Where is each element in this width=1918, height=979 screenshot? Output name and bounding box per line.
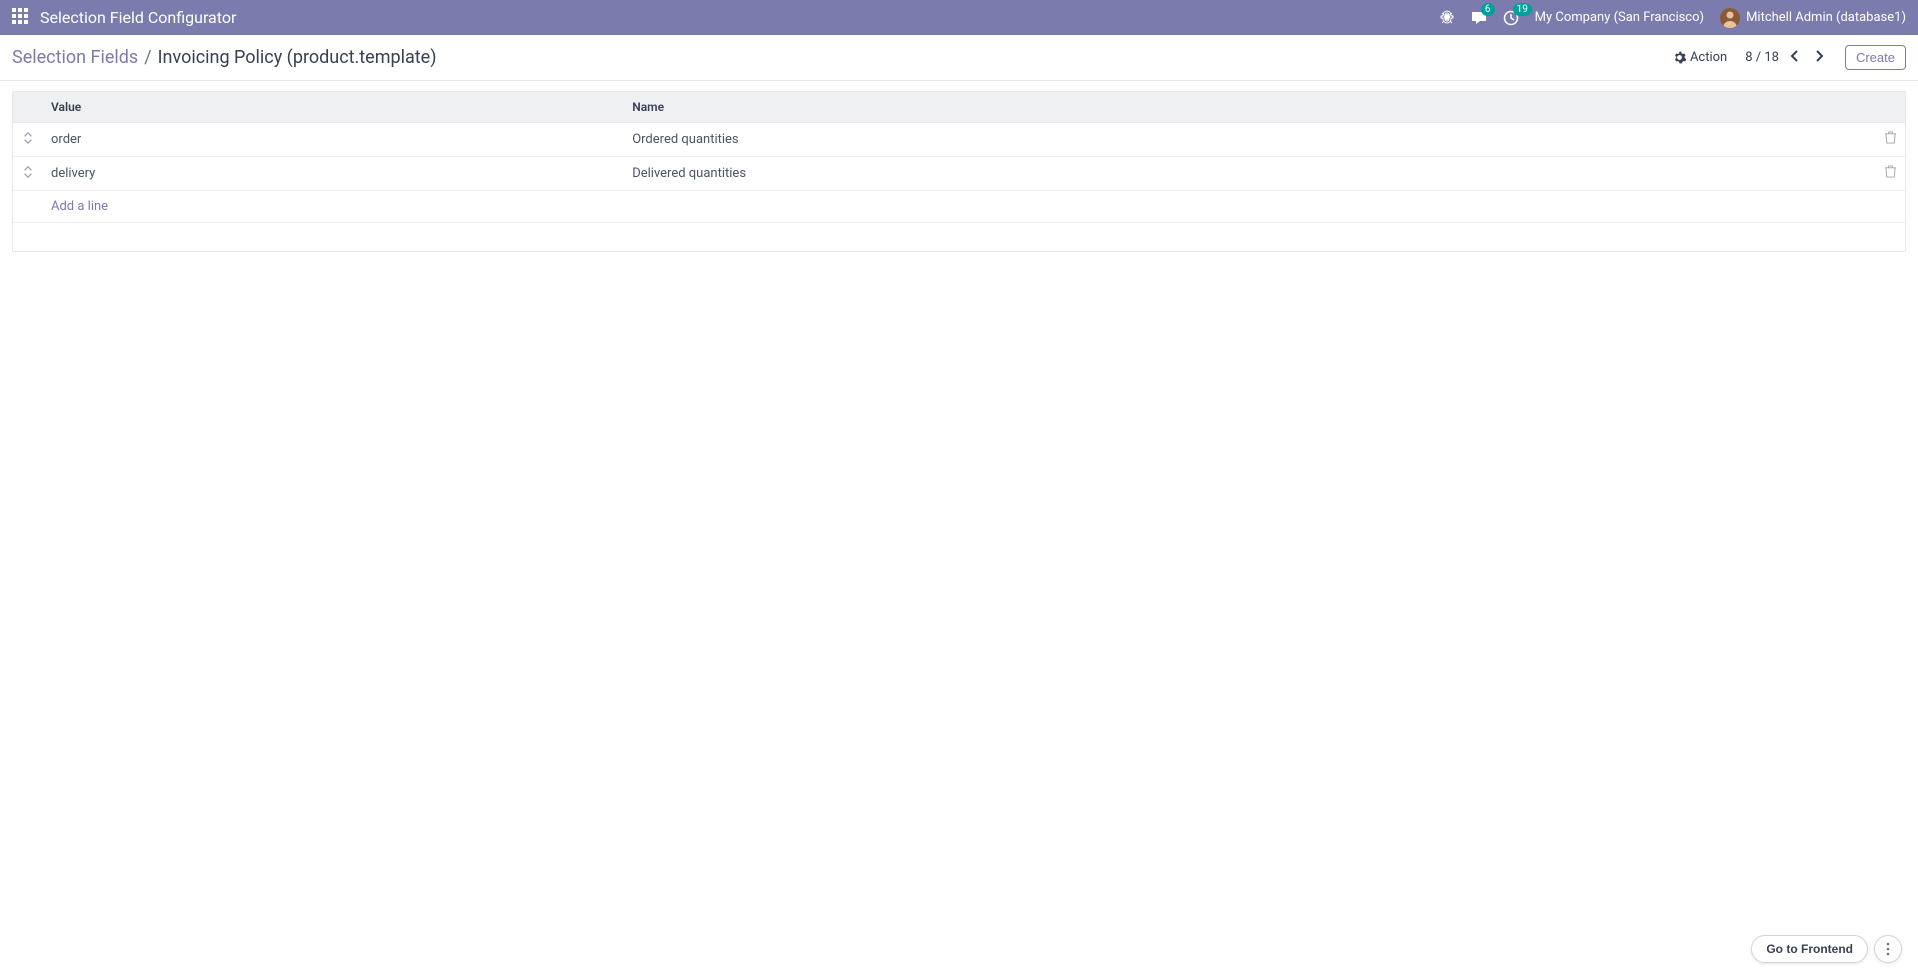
breadcrumb: Selection Fields / Invoicing Policy (pro… — [12, 47, 436, 68]
breadcrumb-separator: / — [144, 47, 151, 68]
go-to-frontend-button[interactable]: Go to Frontend — [1751, 935, 1868, 963]
gear-icon — [1673, 51, 1686, 64]
user-menu[interactable]: Mitchell Admin (database1) — [1720, 8, 1906, 28]
create-button[interactable]: Create — [1845, 45, 1906, 70]
add-line-row: Add a line — [13, 191, 1905, 223]
breadcrumb-current: Invoicing Policy (product.template) — [158, 47, 437, 68]
top-navbar: Selection Field Configurator 6 19 My Com… — [0, 0, 1918, 35]
company-selector[interactable]: My Company (San Francisco) — [1535, 10, 1704, 25]
action-label: Action — [1690, 50, 1727, 65]
breadcrumb-parent[interactable]: Selection Fields — [12, 47, 138, 68]
user-label: Mitchell Admin (database1) — [1746, 10, 1906, 25]
empty-row — [13, 223, 1905, 251]
pager-next[interactable] — [1811, 48, 1827, 68]
more-vertical-icon — [1886, 942, 1890, 956]
action-button[interactable]: Action — [1673, 50, 1727, 65]
pager-text[interactable]: 8 / 18 — [1745, 50, 1779, 65]
value-cell[interactable]: delivery — [43, 157, 624, 191]
chevron-right-icon — [1813, 50, 1825, 62]
app-title[interactable]: Selection Field Configurator — [40, 8, 236, 27]
drag-handle-icon[interactable] — [23, 133, 33, 148]
avatar-icon — [1720, 8, 1740, 28]
form-sheet: Value Name order Ordered quantities deli… — [0, 81, 1918, 276]
handle-header — [13, 92, 43, 123]
control-panel: Selection Fields / Invoicing Policy (pro… — [0, 35, 1918, 81]
apps-icon[interactable] — [12, 8, 28, 28]
delete-row-button[interactable] — [1884, 133, 1897, 148]
table-header-row: Value Name — [13, 92, 1905, 123]
chevron-left-icon — [1789, 50, 1801, 62]
drag-handle-icon[interactable] — [23, 167, 33, 182]
name-cell[interactable]: Delivered quantities — [624, 157, 1875, 191]
messages-icon[interactable]: 6 — [1471, 10, 1487, 26]
activities-badge: 19 — [1513, 3, 1532, 16]
delete-row-button[interactable] — [1884, 167, 1897, 182]
frontend-button-group: Go to Frontend — [1751, 935, 1902, 963]
debug-icon[interactable] — [1439, 10, 1455, 26]
activities-icon[interactable]: 19 — [1503, 10, 1519, 26]
table-row[interactable]: delivery Delivered quantities — [13, 157, 1905, 191]
selection-table: Value Name order Ordered quantities deli… — [12, 91, 1906, 252]
add-line-button[interactable]: Add a line — [51, 199, 108, 214]
frontend-more-button[interactable] — [1874, 935, 1902, 963]
value-cell[interactable]: order — [43, 123, 624, 157]
name-header[interactable]: Name — [624, 92, 1875, 123]
name-cell[interactable]: Ordered quantities — [624, 123, 1875, 157]
trash-icon — [1884, 165, 1897, 178]
trash-icon — [1884, 131, 1897, 144]
messages-badge: 6 — [1481, 3, 1495, 16]
navbar-left: Selection Field Configurator — [12, 8, 236, 28]
value-header[interactable]: Value — [43, 92, 624, 123]
control-panel-right: Action 8 / 18 Create — [1673, 45, 1906, 70]
pager-prev[interactable] — [1787, 48, 1803, 68]
pager: 8 / 18 — [1745, 48, 1827, 68]
navbar-right: 6 19 My Company (San Francisco) Mitchell… — [1439, 8, 1906, 28]
trash-header — [1875, 92, 1905, 123]
table-row[interactable]: order Ordered quantities — [13, 123, 1905, 157]
